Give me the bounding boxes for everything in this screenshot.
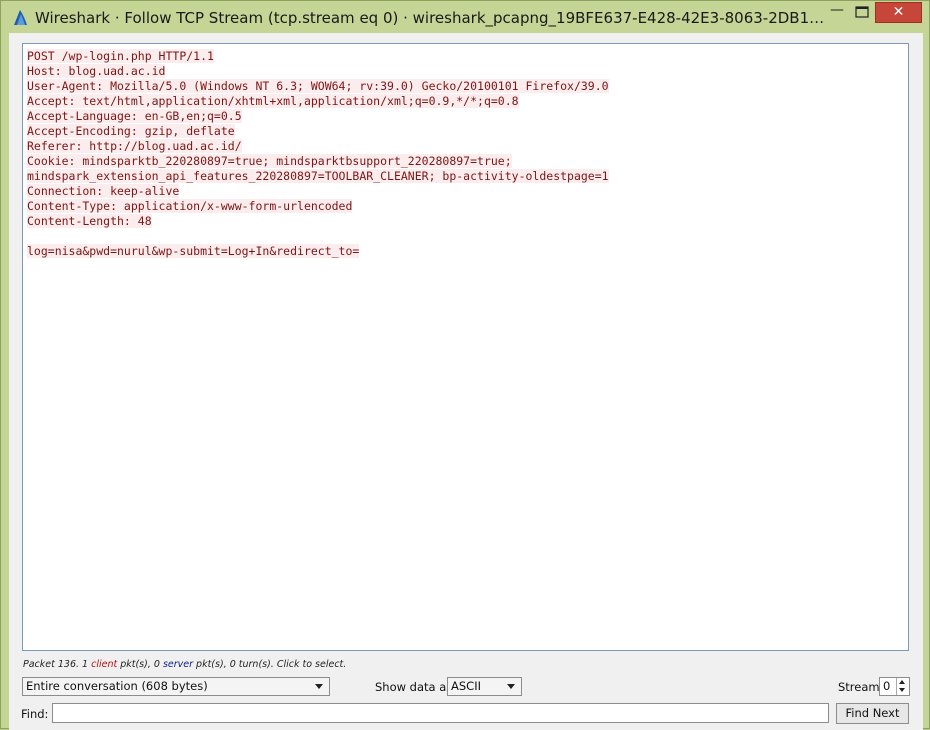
stream-line-text: Accept: text/html,application/xhtml+xml,… (27, 94, 519, 108)
stream-line-text: log=nisa&pwd=nurul&wp-submit=Log+In&redi… (27, 244, 360, 258)
chevron-down-icon (507, 684, 515, 689)
show-data-label: Show data as (375, 680, 453, 694)
stream-line: Content-Length: 48 (27, 214, 609, 229)
stream-line (27, 229, 609, 244)
stream-number-value: 0 (883, 679, 891, 693)
stream-line-text: Cookie: mindsparktb_220280897=true; mind… (27, 154, 512, 168)
stream-line-text: Connection: keep-alive (27, 184, 180, 198)
stream-line-text: Content-Length: 48 (27, 214, 152, 228)
stream-line-text: Accept-Language: en-GB,en;q=0.5 (27, 109, 242, 123)
stream-line: Accept-Encoding: gzip, deflate (27, 124, 609, 139)
show-data-as-value: ASCII (451, 679, 481, 693)
stream-line: log=nisa&pwd=nurul&wp-submit=Log+In&redi… (27, 244, 609, 259)
stream-status-text[interactable]: Packet 136. 1 client pkt(s), 0 server pk… (23, 659, 346, 670)
close-button[interactable]: ✕ (875, 2, 922, 23)
stream-line-text: Host: blog.uad.ac.id (27, 64, 166, 78)
find-label: Find: (21, 707, 49, 721)
status-suffix: pkt(s), 0 turn(s). Click to select. (193, 659, 347, 670)
find-next-button[interactable]: Find Next (836, 703, 909, 724)
stream-line: Content-Type: application/x-www-form-url… (27, 199, 609, 214)
stream-line-text: Accept-Encoding: gzip, deflate (27, 124, 235, 138)
wireshark-fin-icon (14, 10, 27, 25)
stream-line: Accept: text/html,application/xhtml+xml,… (27, 94, 609, 109)
stream-line: Referer: http://blog.uad.ac.id/ (27, 139, 609, 154)
maximize-button[interactable] (850, 2, 874, 22)
stream-line-text: mindspark_extension_api_features_2202808… (27, 169, 609, 183)
stream-line: Host: blog.uad.ac.id (27, 64, 609, 79)
stream-line: Accept-Language: en-GB,en;q=0.5 (27, 109, 609, 124)
spin-down-icon[interactable] (899, 688, 905, 692)
stream-number-spinbox[interactable]: 0 (879, 677, 910, 696)
status-prefix: Packet 136. 1 (23, 659, 92, 670)
title-bar[interactable]: Wireshark · Follow TCP Stream (tcp.strea… (1, 1, 929, 33)
conversation-select-value: Entire conversation (608 bytes) (26, 679, 208, 693)
spin-up-icon[interactable] (899, 680, 905, 684)
maximize-icon (855, 6, 869, 18)
stream-line-text: POST /wp-login.php HTTP/1.1 (27, 49, 214, 63)
stream-line: Cookie: mindsparktb_220280897=true; mind… (27, 154, 609, 169)
status-server-label: server (162, 659, 194, 670)
stream-line: User-Agent: Mozilla/5.0 (Windows NT 6.3;… (27, 79, 609, 94)
stream-content: POST /wp-login.php HTTP/1.1 Host: blog.ua… (27, 49, 609, 259)
conversation-select[interactable]: Entire conversation (608 bytes) (22, 677, 330, 696)
stream-label: Stream (838, 680, 880, 694)
minimize-button[interactable]: — (824, 2, 850, 22)
window-title: Wireshark · Follow TCP Stream (tcp.strea… (35, 9, 825, 27)
dialog-body: POST /wp-login.php HTTP/1.1 Host: blog.ua… (9, 33, 923, 730)
stream-line: mindspark_extension_api_features_2202808… (27, 169, 609, 184)
spin-buttons[interactable] (896, 678, 909, 695)
status-mid: pkt(s), 0 (117, 659, 163, 670)
stream-line-text: User-Agent: Mozilla/5.0 (Windows NT 6.3;… (27, 79, 609, 93)
status-client-label: client (91, 659, 118, 670)
stream-line: Connection: keep-alive (27, 184, 609, 199)
follow-tcp-stream-window: Wireshark · Follow TCP Stream (tcp.strea… (0, 0, 930, 730)
show-data-as-select[interactable]: ASCII (447, 677, 522, 696)
chevron-down-icon (315, 684, 323, 689)
stream-line: POST /wp-login.php HTTP/1.1 (27, 49, 609, 64)
stream-line-text: Content-Type: application/x-www-form-url… (27, 199, 353, 213)
stream-line-text: Referer: http://blog.uad.ac.id/ (27, 139, 242, 153)
stream-text-area[interactable]: POST /wp-login.php HTTP/1.1 Host: blog.ua… (22, 43, 909, 651)
find-input[interactable] (52, 703, 829, 723)
